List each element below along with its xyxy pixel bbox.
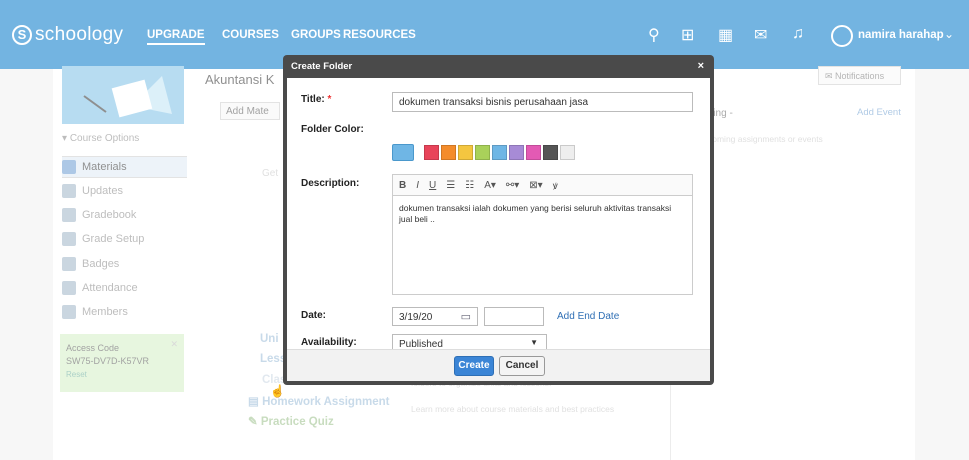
calendar-icon[interactable]: ▭	[461, 310, 471, 323]
date-label: Date:	[301, 310, 327, 321]
editor-toolbar: B I U ☰ ☷ A▾ ⚯▾ ⊠▾ ꝟ	[392, 174, 693, 196]
underline-icon[interactable]: U	[429, 180, 436, 191]
dialog-title: Create Folder	[291, 61, 353, 72]
bold-icon[interactable]: B	[399, 180, 406, 191]
insert-icon[interactable]: ⊠▾	[529, 180, 542, 191]
mouse-cursor-icon: ☝	[270, 384, 285, 398]
date-input[interactable]: 3/19/20 ▭	[392, 307, 478, 326]
title-input[interactable]: dokumen transaksi bisnis perusahaan jasa	[392, 92, 693, 112]
cancel-button[interactable]: Cancel	[499, 356, 545, 376]
create-button[interactable]: Create	[454, 356, 494, 376]
description-label: Description:	[301, 178, 360, 189]
availability-label: Availability:	[301, 337, 357, 348]
title-input-value: dokumen transaksi bisnis perusahaan jasa	[399, 97, 588, 108]
time-input[interactable]	[484, 307, 544, 326]
dialog-titlebar: Create Folder ×	[287, 55, 710, 78]
link-icon[interactable]: ⚯▾	[506, 180, 519, 191]
folder-color-label: Folder Color:	[301, 124, 364, 135]
text-color-icon[interactable]: A▾	[484, 180, 496, 191]
dialog-footer: Create Cancel	[287, 349, 710, 381]
title-label: Title: *	[301, 94, 331, 105]
color-swatch[interactable]	[543, 145, 558, 160]
create-folder-dialog: Create Folder × Title: * dokumen transak…	[283, 55, 714, 385]
title-label-text: Title:	[301, 94, 325, 105]
numbered-list-icon[interactable]: ☷	[465, 180, 474, 191]
chevron-down-icon: ▼	[530, 338, 538, 347]
italic-icon[interactable]: I	[416, 180, 419, 191]
required-marker: *	[327, 94, 332, 105]
color-swatch[interactable]	[441, 145, 456, 160]
bullet-list-icon[interactable]: ☰	[446, 180, 455, 191]
dialog-body: Title: * dokumen transaksi bisnis perusa…	[287, 78, 710, 353]
color-swatch[interactable]	[560, 145, 575, 160]
color-swatch[interactable]	[458, 145, 473, 160]
spellcheck-icon[interactable]: ꝟ	[553, 178, 558, 192]
folder-icon	[392, 144, 414, 161]
add-end-date-link[interactable]: Add End Date	[557, 311, 619, 322]
description-text: dokumen transaksi ialah dokumen yang ber…	[399, 203, 672, 224]
close-icon[interactable]: ×	[698, 55, 704, 78]
color-swatch[interactable]	[475, 145, 490, 160]
color-swatch[interactable]	[492, 145, 507, 160]
color-swatch[interactable]	[424, 145, 439, 160]
color-swatch[interactable]	[509, 145, 524, 160]
color-swatch[interactable]	[526, 145, 541, 160]
date-value: 3/19/20	[399, 312, 433, 323]
description-editor[interactable]: dokumen transaksi ialah dokumen yang ber…	[392, 196, 693, 295]
